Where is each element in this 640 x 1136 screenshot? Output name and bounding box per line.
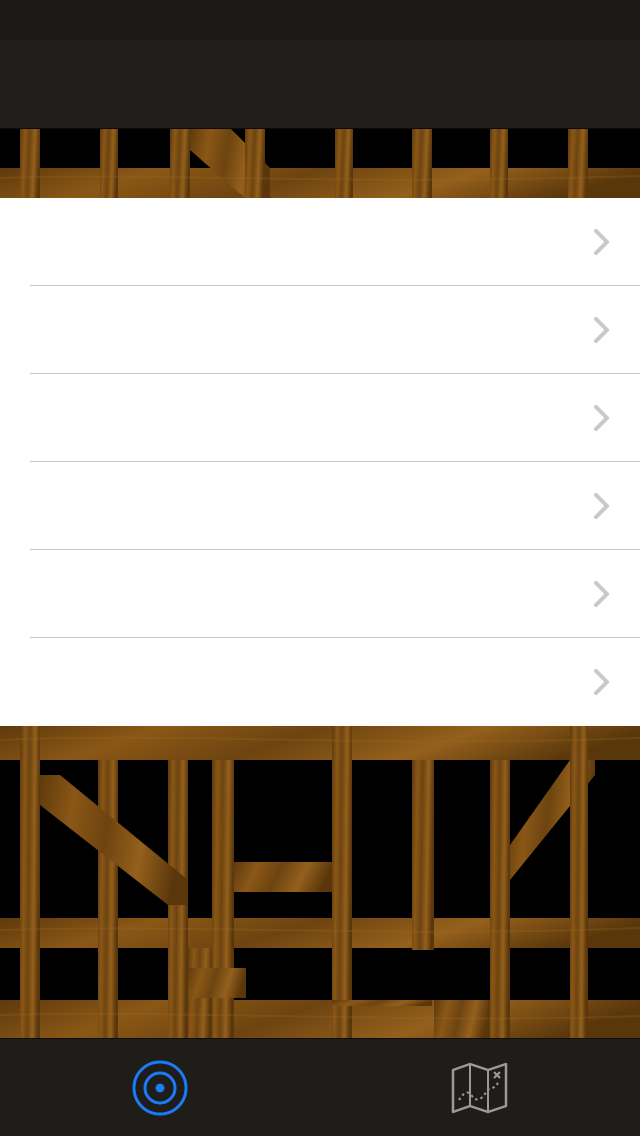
menu-list xyxy=(0,198,640,726)
list-item[interactable] xyxy=(0,374,640,462)
chevron-right-icon xyxy=(594,581,609,607)
list-item[interactable] xyxy=(0,550,640,638)
list-item-label xyxy=(30,374,560,462)
target-icon xyxy=(132,1060,188,1116)
list-item-label xyxy=(30,638,560,726)
treasure-map-icon xyxy=(451,1062,508,1114)
list-item-label xyxy=(30,198,560,286)
tab-target[interactable] xyxy=(0,1039,320,1136)
tab-bar xyxy=(0,1038,640,1136)
list-item[interactable] xyxy=(0,198,640,286)
nav-title xyxy=(0,40,640,128)
chevron-right-icon xyxy=(594,317,609,343)
list-item[interactable] xyxy=(0,286,640,374)
chevron-right-icon xyxy=(594,405,609,431)
app-screen xyxy=(0,0,640,1136)
list-item-label xyxy=(30,550,560,638)
list-item-label xyxy=(30,462,560,550)
navigation-bar xyxy=(0,40,640,129)
chevron-right-icon xyxy=(594,493,609,519)
list-item-label xyxy=(30,286,560,374)
chevron-right-icon xyxy=(594,669,609,695)
chevron-right-icon xyxy=(594,229,609,255)
list-item[interactable] xyxy=(0,638,640,726)
tab-map[interactable] xyxy=(320,1039,640,1136)
status-bar xyxy=(0,0,640,40)
list-item[interactable] xyxy=(0,462,640,550)
